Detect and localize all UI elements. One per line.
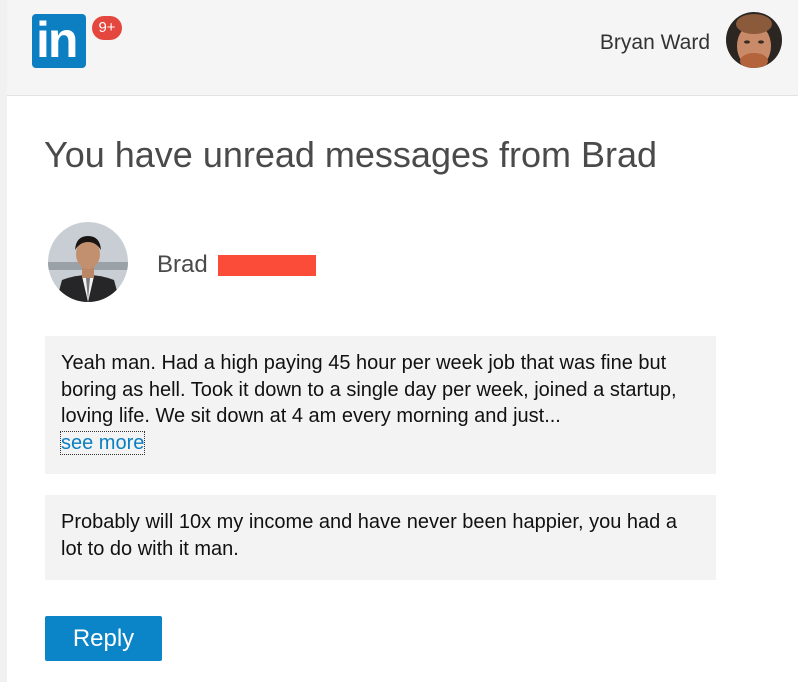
message-bubble: Probably will 10x my income and have nev… (45, 495, 716, 580)
sender-avatar-image (48, 222, 128, 302)
user-name[interactable]: Bryan Ward (600, 31, 710, 55)
user-avatar-image (726, 12, 782, 68)
reply-button[interactable]: Reply (45, 616, 162, 661)
message-bubble: Yeah man. Had a high paying 45 hour per … (45, 336, 716, 474)
message-text: Probably will 10x my income and have nev… (61, 511, 677, 560)
email-title: You have unread messages from Brad (44, 134, 658, 175)
user-avatar[interactable] (726, 12, 782, 68)
left-strip (0, 0, 7, 682)
email-header: in 9+ Bryan Ward (7, 0, 798, 96)
notification-badge: 9+ (92, 16, 122, 40)
message-text: Yeah man. Had a high paying 45 hour per … (61, 352, 677, 427)
sender-avatar[interactable] (48, 222, 128, 302)
linkedin-logo[interactable]: in 9+ (32, 12, 122, 68)
redaction-bar (218, 255, 316, 276)
see-more-link[interactable]: see more (59, 430, 146, 455)
sender-name: Brad (157, 251, 208, 278)
linkedin-logo-text: in (36, 12, 78, 68)
